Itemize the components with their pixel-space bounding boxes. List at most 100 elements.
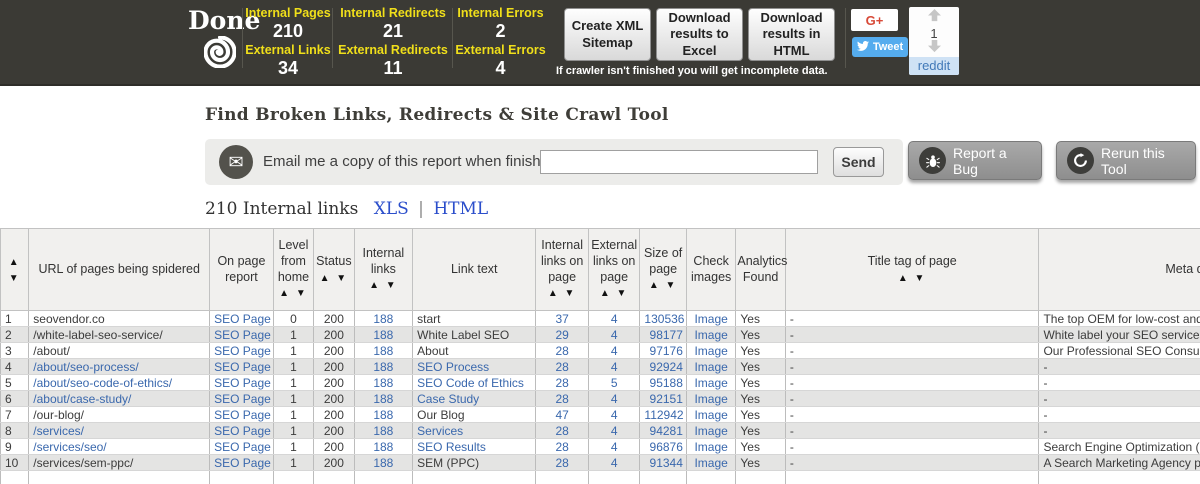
cell-url[interactable]: /about/seo-process/ xyxy=(28,358,211,375)
cell-internal_links[interactable]: 188 xyxy=(353,358,414,375)
cell-ext_on_page[interactable]: 4 xyxy=(587,358,641,375)
cell-int_on_page[interactable]: 28 xyxy=(535,358,589,375)
cell-report[interactable]: SEO Page xyxy=(209,406,274,423)
cell-link_text[interactable]: SEM (PPC) xyxy=(412,454,537,471)
cell-internal_links[interactable]: 188 xyxy=(353,342,414,359)
col-header-int-on-page[interactable]: Internal links on page ▲ ▼ xyxy=(535,228,589,311)
cell-size[interactable]: 94281 xyxy=(639,422,687,439)
cell-link_text[interactable]: White Label SEO xyxy=(412,326,537,343)
cell-int_on_page[interactable]: 28 xyxy=(535,454,589,471)
cell-size[interactable]: 91344 xyxy=(639,454,687,471)
email-input[interactable] xyxy=(540,150,818,174)
cell-ext_on_page[interactable]: 4 xyxy=(587,390,641,407)
rerun-tool-button[interactable]: Rerun this Tool xyxy=(1056,141,1196,180)
cell-report[interactable]: SEO Page xyxy=(209,438,274,455)
cell-size[interactable]: 92151 xyxy=(639,390,687,407)
cell-report[interactable]: SEO Page xyxy=(209,342,274,359)
cell-check_images[interactable]: Image xyxy=(685,326,737,343)
cell-url[interactable]: /about/case-study/ xyxy=(28,390,211,407)
col-header-level[interactable]: Level from home ▲ ▼ xyxy=(272,228,315,311)
cell-int_on_page[interactable]: 28 xyxy=(535,422,589,439)
cell-report[interactable]: SEO Page xyxy=(209,374,274,391)
download-excel-button[interactable]: Download results to Excel xyxy=(656,8,743,61)
col-header-ext-on-page[interactable]: External links on page ▲ ▼ xyxy=(587,228,641,311)
sort-arrows-icon[interactable]: ▲ ▼ xyxy=(9,257,21,284)
cell-link_text[interactable]: SEO Code of Ethics xyxy=(412,374,537,391)
cell-int_on_page[interactable]: 29 xyxy=(535,326,589,343)
cell-check_images[interactable]: Image xyxy=(685,438,737,455)
cell-size[interactable]: 98177 xyxy=(639,326,687,343)
cell-url[interactable]: /our-blog/ xyxy=(28,406,211,423)
sort-arrows-icon[interactable]: ▲ ▼ xyxy=(275,288,312,301)
cell-url[interactable]: /services/seo/ xyxy=(28,438,211,455)
sort-arrows-icon[interactable]: ▲ ▼ xyxy=(787,273,1038,286)
col-header-title-tag[interactable]: Title tag of page ▲ ▼ xyxy=(784,228,1040,311)
cell-internal_links[interactable]: 188 xyxy=(353,406,414,423)
cell-check_images[interactable]: Image xyxy=(685,406,737,423)
cell-url[interactable]: /white-label-seo-service/ xyxy=(28,326,211,343)
cell-size[interactable]: 95188 xyxy=(639,374,687,391)
cell-internal_links[interactable]: 188 xyxy=(353,374,414,391)
col-header-status[interactable]: Status ▲ ▼ xyxy=(313,228,355,311)
cell-int_on_page[interactable]: 28 xyxy=(535,342,589,359)
google-plus-button[interactable]: G+ xyxy=(851,9,898,31)
cell-url[interactable]: /services/sem-ppc/ xyxy=(28,454,211,471)
cell-check_images[interactable]: Image xyxy=(685,374,737,391)
sort-arrows-icon[interactable]: ▲ ▼ xyxy=(537,288,587,301)
cell-ext_on_page[interactable]: 4 xyxy=(587,422,641,439)
send-button[interactable]: Send xyxy=(833,147,884,177)
cell-internal_links[interactable]: 188 xyxy=(353,310,414,327)
cell-size[interactable]: 97176 xyxy=(639,342,687,359)
cell-size[interactable]: 112942 xyxy=(639,406,687,423)
cell-link_text[interactable]: About xyxy=(412,342,537,359)
cell-check_images[interactable]: Image xyxy=(685,310,737,327)
cell-int_on_page[interactable]: 47 xyxy=(535,406,589,423)
cell-check_images[interactable]: Image xyxy=(685,390,737,407)
cell-internal_links[interactable]: 188 xyxy=(353,326,414,343)
cell-link_text[interactable]: SEO Process xyxy=(412,358,537,375)
cell-report[interactable]: SEO Page xyxy=(209,358,274,375)
cell-report[interactable]: SEO Page xyxy=(209,454,274,471)
cell-url[interactable]: /services/ xyxy=(28,422,211,439)
cell-ext_on_page[interactable]: 4 xyxy=(587,326,641,343)
cell-report[interactable]: SEO Page xyxy=(209,310,274,327)
cell-link_text[interactable]: SEO Results xyxy=(412,438,537,455)
cell-int_on_page[interactable]: 37 xyxy=(535,310,589,327)
sort-arrows-icon[interactable]: ▲ ▼ xyxy=(641,280,684,293)
cell-internal_links[interactable]: 188 xyxy=(353,422,414,439)
cell-link_text[interactable]: Services xyxy=(412,422,537,439)
col-header-size[interactable]: Size of page ▲ ▼ xyxy=(639,228,687,311)
download-html-button[interactable]: Download results in HTML xyxy=(748,8,835,61)
cell-ext_on_page[interactable]: 5 xyxy=(587,374,641,391)
sort-arrows-icon[interactable]: ▲ ▼ xyxy=(356,280,412,293)
cell-link_text[interactable]: start xyxy=(412,310,537,327)
cell-url[interactable]: /about/seo-code-of-ethics/ xyxy=(28,374,211,391)
cell-internal_links[interactable]: 188 xyxy=(353,438,414,455)
cell-ext_on_page[interactable]: 4 xyxy=(587,342,641,359)
col-header-rownum[interactable]: ▲ ▼ xyxy=(0,228,30,311)
cell-ext_on_page[interactable]: 4 xyxy=(587,310,641,327)
sort-arrows-icon[interactable]: ▲ ▼ xyxy=(315,273,352,286)
cell-check_images[interactable]: Image xyxy=(685,422,737,439)
cell-check_images[interactable]: Image xyxy=(685,454,737,471)
report-bug-button[interactable]: Report a Bug xyxy=(908,141,1042,180)
cell-url[interactable]: /about/ xyxy=(28,342,211,359)
cell-ext_on_page[interactable]: 4 xyxy=(587,406,641,423)
xls-export-link[interactable]: XLS xyxy=(374,199,409,219)
cell-ext_on_page[interactable]: 4 xyxy=(587,438,641,455)
reddit-link[interactable]: reddit xyxy=(909,57,959,75)
downvote-arrow-icon[interactable] xyxy=(927,40,942,58)
col-header-internal-links[interactable]: Internal links ▲ ▼ xyxy=(353,228,414,311)
cell-ext_on_page[interactable]: 4 xyxy=(587,454,641,471)
sort-arrows-icon[interactable]: ▲ ▼ xyxy=(590,288,639,301)
cell-size[interactable]: 92924 xyxy=(639,358,687,375)
upvote-arrow-icon[interactable] xyxy=(927,9,942,27)
tweet-button[interactable]: Tweet xyxy=(852,37,908,57)
cell-report[interactable]: SEO Page xyxy=(209,326,274,343)
cell-size[interactable]: 130536 xyxy=(639,310,687,327)
cell-int_on_page[interactable]: 28 xyxy=(535,374,589,391)
cell-internal_links[interactable]: 188 xyxy=(353,454,414,471)
cell-check_images[interactable]: Image xyxy=(685,358,737,375)
cell-report[interactable]: SEO Page xyxy=(209,390,274,407)
cell-link_text[interactable]: Our Blog xyxy=(412,406,537,423)
